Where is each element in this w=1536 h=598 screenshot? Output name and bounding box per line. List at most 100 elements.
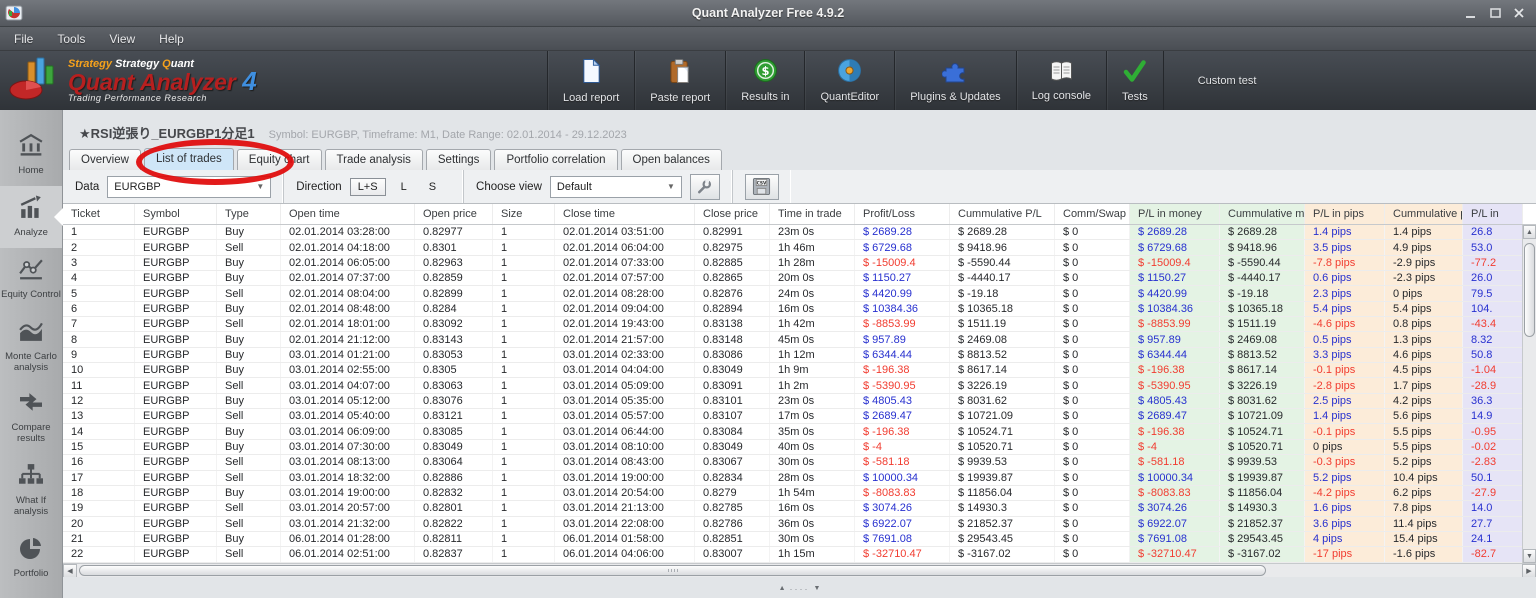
table-row[interactable]: 4 EURGBP Buy 02.01.2014 07:37:00 0.82859 1 02.… [63, 271, 1522, 287]
sidebar-item-what-if-analysis[interactable]: What If analysis [0, 454, 62, 527]
paste-report-button[interactable]: Paste report [635, 51, 727, 110]
column-header-cummulative-pip[interactable]: Cummulative pip... [1385, 204, 1463, 224]
view-select[interactable]: Default ▼ [549, 175, 682, 198]
table-row[interactable]: 15 EURGBP Buy 03.01.2014 07:30:00 0.83049 1 03… [63, 439, 1522, 456]
sidebar-item-compare-results[interactable]: Compare results [0, 383, 62, 454]
scroll-left-icon[interactable]: ◀ [63, 564, 77, 577]
vertical-scroll-thumb[interactable] [1524, 243, 1535, 337]
tab-portfolio-correlation[interactable]: Portfolio correlation [494, 149, 618, 170]
column-header-comm-swap[interactable]: Comm/Swap [1055, 204, 1130, 224]
results-in-button[interactable]: $ Results in [726, 51, 806, 110]
table-row[interactable]: 3 EURGBP Buy 02.01.2014 06:05:00 0.82963 1 02.… [63, 255, 1522, 272]
direction-option-l-s[interactable]: L+S [349, 177, 386, 196]
menu-item-tools[interactable]: Tools [57, 32, 85, 46]
table-cell: EURGBP [135, 317, 217, 332]
portfolio-icon [18, 536, 44, 565]
table-row[interactable]: 11 EURGBP Sell 03.01.2014 04:07:00 0.83063 1 0… [63, 378, 1522, 394]
column-header-cummulative-mo[interactable]: Cummulative mo... [1220, 204, 1305, 224]
quanteditor-button[interactable]: QuantEditor [805, 51, 896, 110]
horizontal-scrollbar[interactable]: ◀ ▶ [63, 563, 1536, 577]
table-row[interactable]: 2 EURGBP Sell 02.01.2014 04:18:00 0.8301 1 02.… [63, 240, 1522, 256]
table-row[interactable]: 10 EURGBP Buy 03.01.2014 02:55:00 0.8305 1 03.… [63, 363, 1522, 379]
column-header-time-in-trade[interactable]: Time in trade [770, 204, 855, 224]
table-cell: 19 [63, 501, 135, 516]
direction-option-s[interactable]: S [422, 179, 443, 195]
table-cell: $ -8083.83 [855, 485, 950, 501]
splitter-up-icon[interactable]: ▲ [779, 585, 786, 592]
sidebar-item-home[interactable]: Home [0, 124, 62, 186]
table-row[interactable]: 17 EURGBP Sell 03.01.2014 18:32:00 0.82886 1 0… [63, 470, 1522, 486]
menu-item-view[interactable]: View [109, 32, 135, 46]
tab-open-balances[interactable]: Open balances [620, 149, 722, 170]
column-header-type[interactable]: Type [217, 204, 281, 224]
sidebar-item-analyze[interactable]: Analyze [0, 186, 63, 248]
maximize-button[interactable] [1488, 7, 1502, 19]
horizontal-scroll-thumb[interactable] [79, 565, 1266, 576]
column-header-open-price[interactable]: Open price [415, 204, 493, 224]
table-row[interactable]: 16 EURGBP Sell 03.01.2014 08:13:00 0.83064 1 0… [63, 455, 1522, 471]
direction-option-l[interactable]: L [394, 179, 414, 195]
table-row[interactable]: 14 EURGBP Buy 03.01.2014 06:09:00 0.83085 1 03… [63, 424, 1522, 440]
tab-settings[interactable]: Settings [425, 149, 492, 170]
splitter-grip[interactable]: ···· [790, 584, 810, 594]
log-console-button[interactable]: Log console [1017, 51, 1108, 110]
column-header-p-l-in-money[interactable]: P/L in money [1130, 204, 1220, 224]
tab-overview[interactable]: Overview [69, 149, 141, 170]
tab-list-of-trades[interactable]: List of trades [143, 148, 234, 170]
scroll-up-icon[interactable]: ▲ [1523, 225, 1536, 239]
table-cell: Buy [217, 485, 281, 501]
toolbar-button-label: Paste report [650, 91, 711, 104]
data-select[interactable]: EURGBP ▼ [107, 175, 272, 198]
table-row[interactable]: 5 EURGBP Sell 02.01.2014 08:04:00 0.82899 1 02… [63, 286, 1522, 302]
table-row[interactable]: 8 EURGBP Buy 02.01.2014 21:12:00 0.83143 1 02.… [63, 332, 1522, 348]
table-cell: 1 [493, 317, 555, 332]
column-header-cummulative-p-l[interactable]: Cummulative P/L [950, 204, 1055, 224]
table-row[interactable]: 7 EURGBP Sell 02.01.2014 18:01:00 0.83092 1 02… [63, 317, 1522, 333]
table-cell: $ 10524.71 [950, 424, 1055, 439]
column-header-close-price[interactable]: Close price [695, 204, 770, 224]
table-row[interactable]: 12 EURGBP Buy 03.01.2014 05:12:00 0.83076 1 03… [63, 393, 1522, 410]
table-row[interactable]: 22 EURGBP Sell 06.01.2014 02:51:00 0.82837 1 0… [63, 547, 1522, 563]
table-row[interactable]: 18 EURGBP Buy 03.01.2014 19:00:00 0.82832 1 03… [63, 485, 1522, 502]
sidebar-item-label: Monte Carlo analysis [5, 351, 57, 373]
table-row[interactable]: 20 EURGBP Sell 03.01.2014 21:32:00 0.82822 1 0… [63, 516, 1522, 532]
sidebar-item-monte-carlo-analysis[interactable]: Monte Carlo analysis [0, 310, 62, 383]
table-row[interactable]: 13 EURGBP Sell 03.01.2014 05:40:00 0.83121 1 0… [63, 409, 1522, 425]
scroll-down-icon[interactable]: ▼ [1523, 549, 1536, 563]
column-header-size[interactable]: Size [493, 204, 555, 224]
tab-equity-chart[interactable]: Equity chart [236, 149, 322, 170]
table-cell: 1.4 pips [1385, 225, 1463, 240]
scroll-right-icon[interactable]: ▶ [1522, 564, 1536, 577]
menu-item-file[interactable]: File [14, 32, 33, 46]
tab-trade-analysis[interactable]: Trade analysis [324, 149, 423, 170]
table-row[interactable]: 19 EURGBP Sell 03.01.2014 20:57:00 0.82801 1 0… [63, 501, 1522, 517]
load-report-button[interactable]: Load report [548, 51, 636, 110]
table-row[interactable]: 21 EURGBP Buy 06.01.2014 01:28:00 0.82811 1 06… [63, 531, 1522, 548]
table-row[interactable]: 6 EURGBP Buy 02.01.2014 08:48:00 0.8284 1 02.0… [63, 301, 1522, 318]
splitter-down-icon[interactable]: ▼ [814, 585, 821, 592]
vertical-scrollbar[interactable]: ▲ ▼ [1522, 225, 1536, 563]
column-header-p-l-in-pips[interactable]: P/L in pips [1305, 204, 1385, 224]
column-header-close-time[interactable]: Close time [555, 204, 695, 224]
column-header-open-time[interactable]: Open time [281, 204, 415, 224]
close-button[interactable] [1512, 7, 1526, 19]
table-cell: 16 [63, 455, 135, 470]
column-header-p-l-in[interactable]: P/L in [1463, 204, 1523, 224]
column-header-symbol[interactable]: Symbol [135, 204, 217, 224]
plugins-updates-button[interactable]: Plugins & Updates [895, 51, 1017, 110]
tests-button[interactable]: Tests [1107, 51, 1164, 110]
menu-item-help[interactable]: Help [159, 32, 184, 46]
table-cell: 06.01.2014 02:51:00 [281, 547, 415, 562]
table-cell: 28m 0s [770, 470, 855, 485]
table-cell: 0.5 pips [1305, 332, 1385, 347]
sidebar-item-equity-control[interactable]: Equity Control [0, 248, 62, 310]
table-cell: $ -196.38 [1130, 424, 1220, 439]
table-row[interactable]: 1 EURGBP Buy 02.01.2014 03:28:00 0.82977 1 02.… [63, 225, 1522, 241]
table-row[interactable]: 9 EURGBP Buy 03.01.2014 01:21:00 0.83053 1 03.… [63, 347, 1522, 364]
sidebar-item-portfolio[interactable]: Portfolio [0, 527, 62, 589]
export-csv-button[interactable]: CSV [744, 173, 779, 200]
minimize-button[interactable] [1464, 7, 1478, 19]
view-settings-button[interactable] [689, 173, 720, 200]
column-header-ticket[interactable]: Ticket [63, 204, 135, 224]
column-header-profit-loss[interactable]: Profit/Loss [855, 204, 950, 224]
